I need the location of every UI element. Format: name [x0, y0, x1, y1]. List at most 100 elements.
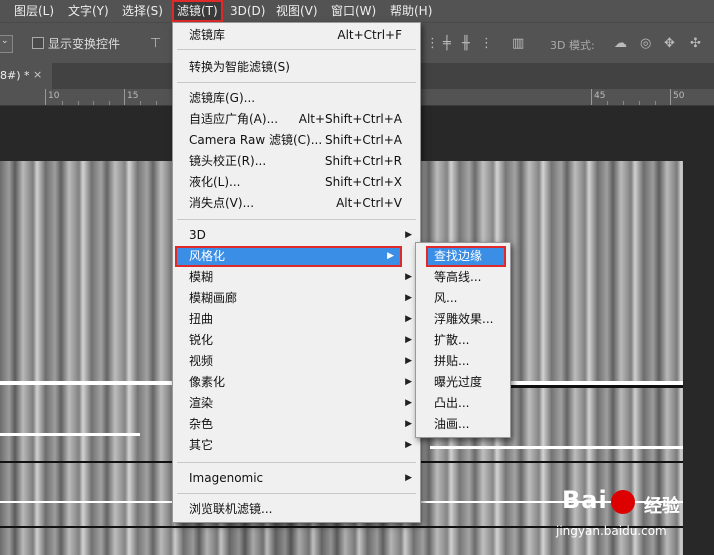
submenu-arrow-icon: ▶: [387, 251, 394, 261]
stylize-item-tiles[interactable]: 拼贴...: [416, 351, 510, 372]
ruler-minor-tick: [639, 101, 640, 105]
baidu-logo-text: Bai: [562, 486, 608, 514]
menu-separator: [177, 49, 416, 50]
filter-menu-item-distort[interactable]: 扭曲 ▶: [173, 309, 420, 330]
filter-menu-item-vanishing-point[interactable]: 消失点(V)... Alt+Ctrl+V: [173, 193, 420, 214]
image-streak: [430, 446, 683, 449]
filter-menu: 滤镜库 Alt+Ctrl+F 转换为智能滤镜(S) 滤镜库(G)... 自适应广角…: [172, 22, 421, 523]
submenu-arrow-icon: ▶: [405, 398, 412, 408]
filter-menu-item-browse-online[interactable]: 浏览联机滤镜...: [173, 499, 420, 520]
pan-3d-icon[interactable]: ✥: [664, 36, 675, 52]
filter-menu-item-lens-correction[interactable]: 镜头校正(R)... Shift+Ctrl+R: [173, 151, 420, 172]
roll-3d-icon[interactable]: ◎: [640, 36, 651, 52]
filter-menu-item-sharpen[interactable]: 锐化 ▶: [173, 330, 420, 351]
auto-align-icon[interactable]: ▥: [512, 36, 524, 52]
ruler-label-50: 50: [673, 91, 685, 101]
stylize-item-oil-paint[interactable]: 油画...: [416, 414, 510, 435]
ruler-minor-tick: [78, 101, 79, 105]
filter-menu-item-render[interactable]: 渲染 ▶: [173, 393, 420, 414]
menu-view[interactable]: 视图(V): [276, 0, 318, 22]
ruler-minor-tick: [623, 101, 624, 105]
filter-menu-item-video[interactable]: 视频 ▶: [173, 351, 420, 372]
filter-menu-item-blur-gallery[interactable]: 模糊画廊 ▶: [173, 288, 420, 309]
stylize-item-emboss[interactable]: 浮雕效果...: [416, 309, 510, 330]
distribute-h-icon[interactable]: ╫: [462, 36, 470, 52]
ruler-major-tick: [670, 89, 671, 105]
filter-menu-item-3d[interactable]: 3D ▶: [173, 225, 420, 246]
stylize-item-diffuse[interactable]: 扩散...: [416, 330, 510, 351]
stylize-item-trace-contour[interactable]: 等高线...: [416, 267, 510, 288]
close-tab-icon[interactable]: ×: [33, 68, 42, 81]
mode-3d-label: 3D 模式:: [550, 39, 595, 52]
filter-menu-item-camera-raw[interactable]: Camera Raw 滤镜(C)... Shift+Ctrl+A: [173, 130, 420, 151]
distribute-center-icon[interactable]: ╪: [443, 36, 451, 52]
menu-layer[interactable]: 图层(L): [14, 0, 54, 22]
submenu-arrow-icon: ▶: [405, 419, 412, 429]
submenu-arrow-icon: ▶: [405, 377, 412, 387]
stylize-item-find-edges[interactable]: 查找边缘: [426, 246, 506, 267]
filter-menu-item-noise[interactable]: 杂色 ▶: [173, 414, 420, 435]
menu-help[interactable]: 帮助(H): [390, 0, 432, 22]
watermark-url: jingyan.baidu.com: [556, 524, 667, 538]
ruler-minor-tick: [140, 101, 141, 105]
ruler-major-tick: [45, 89, 46, 105]
menu-separator: [177, 219, 416, 220]
ruler-major-tick: [591, 89, 592, 105]
show-transform-checkbox[interactable]: [32, 37, 44, 49]
filter-menu-item-stylize[interactable]: 风格化 ▶: [175, 246, 402, 267]
menu-select[interactable]: 选择(S): [122, 0, 163, 22]
submenu-arrow-icon: ▶: [405, 230, 412, 240]
distribute-right-icon[interactable]: ⋮: [480, 36, 493, 52]
align-top-icon[interactable]: ⊤: [150, 36, 161, 52]
filter-menu-item-other[interactable]: 其它 ▶: [173, 435, 420, 456]
submenu-arrow-icon: ▶: [405, 314, 412, 324]
menu-separator: [177, 462, 416, 463]
stylize-item-extrude[interactable]: 凸出...: [416, 393, 510, 414]
document-tab[interactable]: 8#) * ×: [0, 63, 52, 89]
ruler-minor-tick: [156, 101, 157, 105]
stylize-item-solarize[interactable]: 曝光过度: [416, 372, 510, 393]
menu-separator: [177, 493, 416, 494]
filter-menu-item-adaptive-wide-angle[interactable]: 自适应广角(A)... Alt+Shift+Ctrl+A: [173, 109, 420, 130]
image-streak: [0, 433, 140, 436]
stylize-item-wind[interactable]: 风...: [416, 288, 510, 309]
ruler-label-45: 45: [594, 91, 606, 101]
filter-menu-item-last-filter[interactable]: 滤镜库 Alt+Ctrl+F: [173, 25, 420, 46]
ruler-minor-tick: [62, 101, 63, 105]
document-tab-title: 8#) *: [0, 69, 30, 82]
ruler-minor-tick: [607, 101, 608, 105]
submenu-arrow-icon: ▶: [405, 356, 412, 366]
filter-menu-item-blur[interactable]: 模糊 ▶: [173, 267, 420, 288]
ruler-minor-tick: [109, 101, 110, 105]
baidu-paw-icon: [611, 490, 635, 514]
ruler-major-tick: [124, 89, 125, 105]
baidu-jingyan-watermark: Bai 经验 jingyan.baidu.com: [556, 486, 706, 550]
ruler-minor-tick: [93, 101, 94, 105]
submenu-arrow-icon: ▶: [405, 473, 412, 483]
slide-3d-icon[interactable]: ✣: [690, 36, 701, 52]
ruler-minor-tick: [655, 101, 656, 105]
filter-menu-item-convert-smart[interactable]: 转换为智能滤镜(S): [173, 57, 420, 78]
stylize-submenu: 查找边缘 等高线... 风... 浮雕效果... 扩散... 拼贴... 曝光过…: [415, 242, 511, 438]
menu-3d[interactable]: 3D(D): [230, 0, 265, 22]
filter-menu-item-liquify[interactable]: 液化(L)... Shift+Ctrl+X: [173, 172, 420, 193]
orbit-3d-icon[interactable]: ☁: [614, 36, 627, 52]
submenu-arrow-icon: ▶: [405, 272, 412, 282]
jingyan-text: 经验: [644, 496, 680, 517]
submenu-arrow-icon: ▶: [405, 440, 412, 450]
submenu-arrow-icon: ▶: [405, 293, 412, 303]
show-transform-label: 显示变换控件: [48, 37, 121, 51]
filter-menu-item-pixelate[interactable]: 像素化 ▶: [173, 372, 420, 393]
tool-preset-dropdown[interactable]: ⌄: [0, 35, 13, 53]
menu-bar: 图层(L) 文字(Y) 选择(S) 滤镜(T) 3D(D) 视图(V) 窗口(W…: [0, 0, 714, 22]
menu-separator: [177, 82, 416, 83]
menu-filter[interactable]: 滤镜(T): [172, 0, 223, 22]
menu-window[interactable]: 窗口(W): [331, 0, 376, 22]
menu-type[interactable]: 文字(Y): [68, 0, 109, 22]
ruler-label-10: 10: [48, 91, 60, 101]
filter-menu-item-imagenomic[interactable]: Imagenomic ▶: [173, 468, 420, 489]
ruler-label-15: 15: [127, 91, 139, 101]
filter-menu-item-filter-gallery[interactable]: 滤镜库(G)...: [173, 88, 420, 109]
submenu-arrow-icon: ▶: [405, 335, 412, 345]
distribute-icon[interactable]: ⋮: [426, 36, 439, 52]
